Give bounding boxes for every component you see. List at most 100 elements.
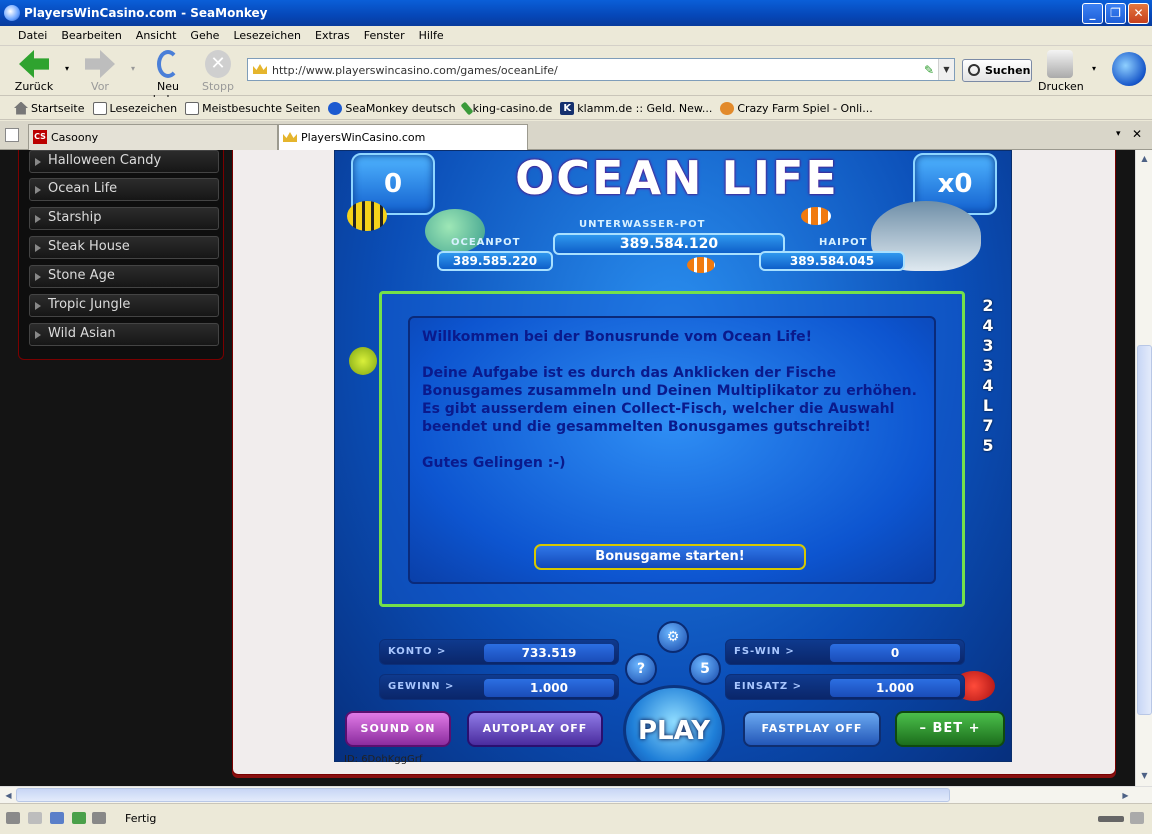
menu-lesezeichen[interactable]: Lesezeichen — [233, 29, 301, 42]
mail-icon[interactable] — [28, 812, 42, 824]
autoplay-button[interactable]: AUTOPLAY OFF — [467, 711, 603, 747]
game-link-stone-age[interactable]: Stone Age — [29, 265, 219, 288]
url-bar[interactable]: http://www.playerswincasino.com/games/oc… — [247, 58, 955, 81]
tab-casoony[interactable]: CS Casoony — [28, 124, 278, 150]
window-titlebar: PlayersWinCasino.com - SeaMonkey _ ❐ ✕ — [0, 0, 1152, 26]
menu-gehe[interactable]: Gehe — [190, 29, 219, 42]
konto-value: 733.519 — [484, 644, 614, 662]
bookmark-pen-icon[interactable]: ✎ — [924, 63, 934, 77]
sound-toggle-button[interactable]: SOUND ON — [345, 711, 451, 747]
forward-button[interactable]: Vor — [82, 50, 118, 93]
einsatz-value: 1.000 — [830, 679, 960, 697]
scroll-right-arrow-icon[interactable]: ▶ — [1118, 788, 1133, 803]
k-logo-icon: K — [560, 101, 575, 115]
computer-icon[interactable] — [6, 812, 20, 824]
ocean-life-game: OCEAN LIFE 0 x0 UNTERWASSER-POT 389.584.… — [334, 150, 1012, 762]
game-link-tropic-jungle[interactable]: Tropic Jungle — [29, 294, 219, 317]
ocean-pot-label: OCEANPOT — [451, 237, 521, 248]
forward-arrow-icon — [85, 50, 115, 78]
game-link-starship[interactable]: Starship — [29, 207, 219, 230]
bookmark-startseite[interactable]: Startseite — [14, 101, 85, 115]
seamonkey-throbber-icon[interactable] — [1112, 52, 1146, 86]
magnifier-icon — [968, 64, 980, 76]
bookmark-crazy-farm[interactable]: Crazy Farm Spiel - Onli... — [720, 101, 873, 115]
einsatz-row: EINSATZ > 1.000 — [725, 674, 965, 700]
stop-icon: ✕ — [205, 50, 231, 78]
bookmark-lesezeichen[interactable]: Lesezeichen — [92, 101, 177, 115]
start-bonusgame-button[interactable]: Bonusgame starten! — [534, 544, 806, 570]
bookmark-king-casino[interactable]: king-casino.de — [460, 101, 552, 115]
play-button[interactable]: PLAY — [623, 685, 725, 761]
hai-pot-value: 389.584.045 — [759, 251, 905, 271]
minimize-button[interactable]: _ — [1082, 3, 1103, 24]
new-tab-icon[interactable] — [5, 128, 19, 142]
fastplay-button[interactable]: FASTPLAY OFF — [743, 711, 881, 747]
vertical-scroll-thumb[interactable] — [1137, 345, 1152, 715]
tab-playerswincasino[interactable]: PlayersWinCasino.com — [278, 124, 528, 151]
close-tab-icon[interactable]: ✕ — [1132, 127, 1142, 141]
menu-ansicht[interactable]: Ansicht — [136, 29, 177, 42]
game-link-steak-house[interactable]: Steak House — [29, 236, 219, 259]
game-id-text: ID: 6DohKggGrf — [344, 754, 423, 765]
back-arrow-icon — [19, 50, 49, 78]
maximize-button[interactable]: ❐ — [1105, 3, 1126, 24]
settings-gear-button[interactable]: ⚙ — [657, 621, 689, 653]
scroll-down-arrow-icon[interactable]: ▼ — [1137, 768, 1152, 783]
casoony-favicon: CS — [33, 130, 47, 144]
octopus-icon — [349, 347, 377, 375]
menu-fenster[interactable]: Fenster — [364, 29, 405, 42]
menu-hilfe[interactable]: Hilfe — [419, 29, 444, 42]
print-dropdown[interactable]: ▾ — [1090, 64, 1098, 73]
online-plug-icon[interactable] — [1098, 816, 1124, 822]
main-pot-label: UNTERWASSER-POT — [579, 219, 706, 230]
bet-adjust-button[interactable]: – BET + — [895, 711, 1005, 747]
menu-bearbeiten[interactable]: Bearbeiten — [61, 29, 121, 42]
bookmarks-bar: Startseite Lesezeichen Meistbesuchte Sei… — [0, 97, 1152, 120]
site-crown-icon — [253, 64, 267, 74]
close-window-button[interactable]: ✕ — [1128, 3, 1149, 24]
vertical-scrollbar[interactable]: ▲ ▼ — [1135, 150, 1152, 786]
search-button[interactable]: Suchen — [962, 59, 1032, 82]
url-dropdown[interactable]: ▼ — [938, 59, 954, 80]
horizontal-scrollbar[interactable]: ◀ ▶ — [0, 786, 1152, 803]
hai-pot-label: HAIPOT — [819, 237, 868, 248]
url-text: http://www.playerswincasino.com/games/oc… — [272, 64, 558, 77]
back-dropdown[interactable]: ▾ — [62, 64, 72, 73]
tab-list-icon[interactable]: ▾ — [1116, 129, 1121, 139]
gewinn-row: GEWINN > 1.000 — [379, 674, 619, 700]
seamonkey-icon — [328, 101, 343, 115]
stop-button[interactable]: ✕ Stopp — [200, 50, 236, 93]
print-button[interactable]: Drucken — [1038, 50, 1084, 93]
fswin-label: FS-WIN > — [734, 646, 795, 657]
konto-row: KONTO > 733.519 — [379, 639, 619, 665]
scroll-up-arrow-icon[interactable]: ▲ — [1137, 151, 1152, 166]
konto-label: KONTO > — [388, 646, 447, 657]
forward-dropdown[interactable]: ▾ — [128, 64, 138, 73]
bookmark-meistbesuchte[interactable]: Meistbesuchte Seiten — [185, 101, 320, 115]
composer-icon[interactable] — [72, 812, 86, 824]
status-bar: Fertig — [0, 803, 1152, 834]
game-list-sidebar: Halloween Candy Ocean Life Starship Stea… — [18, 150, 224, 360]
page-content: Halloween Candy Ocean Life Starship Stea… — [0, 150, 1135, 786]
security-lock-icon — [1130, 812, 1144, 824]
scroll-left-arrow-icon[interactable]: ◀ — [1, 788, 16, 803]
back-button[interactable]: Zurück — [14, 50, 54, 93]
help-button[interactable]: ? — [625, 653, 657, 685]
bookmark-seamonkey-deutsch[interactable]: SeaMonkey deutsch — [328, 101, 456, 115]
seamonkey-icon — [4, 5, 20, 21]
game-link-ocean-life[interactable]: Ocean Life — [29, 178, 219, 201]
info-button[interactable]: 5 — [689, 653, 721, 685]
horizontal-scroll-thumb[interactable] — [16, 788, 950, 802]
game-link-wild-asian[interactable]: Wild Asian — [29, 323, 219, 346]
butterfly-fish-icon — [347, 201, 387, 231]
menu-datei[interactable]: Datei — [18, 29, 47, 42]
chat-icon[interactable] — [50, 812, 64, 824]
menu-extras[interactable]: Extras — [315, 29, 350, 42]
tab-bar: CS Casoony PlayersWinCasino.com ▾ ✕ — [0, 121, 1152, 151]
game-link-halloween-candy[interactable]: Halloween Candy — [29, 150, 219, 173]
address-book-icon[interactable] — [92, 812, 106, 824]
bonus-panel: Willkommen bei der Bonusrunde vom Ocean … — [379, 291, 965, 607]
window-title: PlayersWinCasino.com - SeaMonkey — [24, 6, 268, 20]
bookmark-klamm[interactable]: Kklamm.de :: Geld. New... — [560, 101, 712, 115]
reload-icon — [157, 50, 179, 78]
